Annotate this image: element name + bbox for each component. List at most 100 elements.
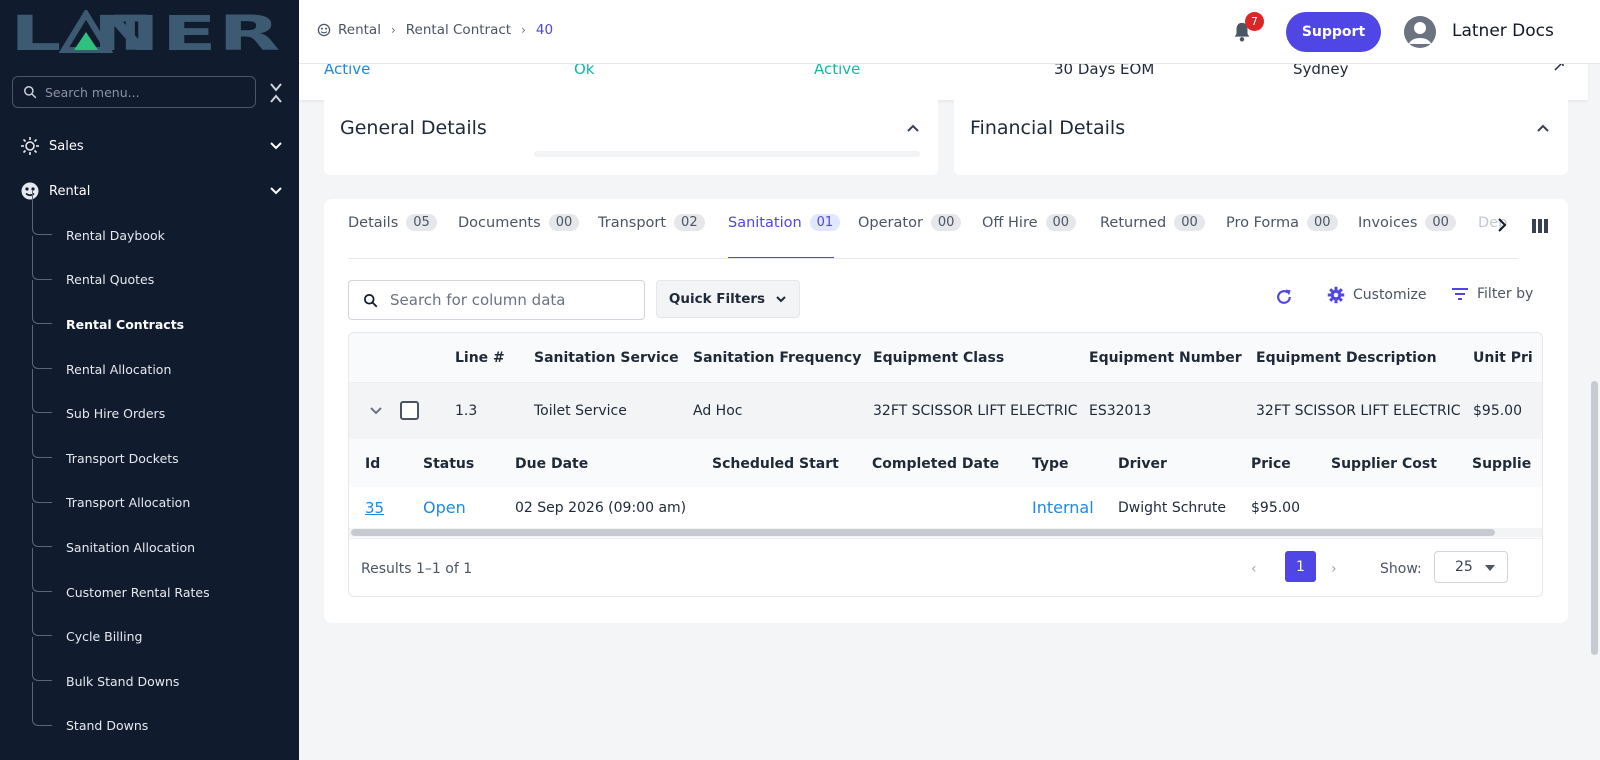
tab-count: 00 xyxy=(1307,214,1338,231)
page-size-select[interactable]: 25 xyxy=(1434,551,1508,583)
quick-filters-button[interactable]: Quick Filters xyxy=(656,280,800,318)
current-page-button[interactable]: 1 xyxy=(1285,551,1316,582)
avatar[interactable] xyxy=(1404,16,1436,48)
tab-operator[interactable]: Operator 00 xyxy=(858,214,962,258)
column-search[interactable] xyxy=(348,280,645,320)
notification-badge: 7 xyxy=(1245,12,1264,31)
customize-label: Customize xyxy=(1353,287,1427,303)
col-header[interactable]: Equipment Class xyxy=(873,350,1004,366)
tab-pro-forma[interactable]: Pro Forma 00 xyxy=(1226,214,1338,258)
col-header[interactable]: Sanitation Service xyxy=(534,350,679,366)
sub-col-header[interactable]: Driver xyxy=(1118,456,1167,472)
col-header[interactable]: Sanitation Frequency xyxy=(693,350,861,366)
financial-details-panel: Financial Details xyxy=(954,99,1568,175)
chevron-up-icon[interactable] xyxy=(906,121,920,135)
next-page-icon[interactable]: › xyxy=(1331,561,1337,577)
prev-page-icon[interactable]: ‹ xyxy=(1251,561,1257,577)
row-checkbox[interactable] xyxy=(400,401,419,420)
contract-lines-card: Details 05 Documents 00 Transport 02 Sanita… xyxy=(324,199,1568,623)
breadcrumb-rental[interactable]: Rental xyxy=(338,22,381,38)
chevron-right-icon: › xyxy=(521,23,526,37)
col-header[interactable]: Unit Pri xyxy=(1473,350,1533,366)
sub-col-header[interactable]: Supplier Cost xyxy=(1331,456,1437,472)
sidebar-item-label: Transport Allocation xyxy=(66,495,191,511)
sub-col-header[interactable]: Completed Date xyxy=(872,456,999,472)
general-details-panel: General Details xyxy=(324,99,938,175)
refresh-icon[interactable] xyxy=(1274,287,1294,307)
panel-title: Financial Details xyxy=(970,117,1126,139)
sidebar-item-stand-downs[interactable]: Stand Downs xyxy=(0,681,299,749)
sub-col-header[interactable]: Status xyxy=(423,456,474,472)
sidebar-item-label: Rental Allocation xyxy=(66,361,172,377)
sub-col-header[interactable]: Price xyxy=(1251,456,1291,472)
sanitation-service: Toilet Service xyxy=(534,403,627,419)
col-header[interactable]: Equipment Number xyxy=(1089,350,1242,366)
customize-button[interactable]: Customize xyxy=(1327,286,1427,304)
tree-connector xyxy=(32,280,52,325)
sub-col-header[interactable]: Scheduled Start xyxy=(712,456,839,472)
equipment-number: ES32013 xyxy=(1089,403,1152,419)
breadcrumb: Rental › Rental Contract › 40 xyxy=(317,22,553,38)
driver-name: Dwight Schrute xyxy=(1118,500,1227,516)
tab-label: Details xyxy=(348,215,399,231)
tab-invoices[interactable]: Invoices 00 xyxy=(1358,214,1456,258)
page-size-value: 25 xyxy=(1455,559,1473,575)
sidebar-group-sales[interactable]: Sales xyxy=(0,128,299,164)
user-name[interactable]: Latner Docs xyxy=(1452,21,1554,41)
sanitation-id-link[interactable]: 35 xyxy=(365,499,384,517)
tab-details[interactable]: Details 05 xyxy=(348,214,437,258)
quick-filters-label: Quick Filters xyxy=(668,291,766,307)
horizontal-scrollbar[interactable] xyxy=(349,528,1542,537)
scrollbar-thumb[interactable] xyxy=(351,529,1495,536)
tab-label: Off Hire xyxy=(982,215,1038,231)
tab-count: 00 xyxy=(930,214,962,231)
tab-transport[interactable]: Transport 02 xyxy=(598,214,705,258)
sidebar-search-input[interactable] xyxy=(45,84,235,100)
tab-count: 02 xyxy=(674,214,705,231)
sanitation-frequency: Ad Hoc xyxy=(693,403,743,419)
tree-connector xyxy=(32,636,52,681)
due-date: 02 Sep 2026 (09:00 am) xyxy=(515,500,687,516)
table-row[interactable]: 1.3 Toilet Service Ad Hoc 32FT SCISSOR L… xyxy=(349,383,1542,439)
top-header: Rental › Rental Contract › 40 7 Support … xyxy=(299,0,1600,64)
search-icon xyxy=(364,293,378,307)
chevron-down-icon[interactable] xyxy=(369,404,383,418)
tab-off-hire[interactable]: Off Hire 00 xyxy=(982,214,1077,258)
collapse-icon[interactable] xyxy=(268,82,284,104)
filter-by-button[interactable]: Filter by xyxy=(1451,286,1533,302)
tab-returned[interactable]: Returned 00 xyxy=(1100,214,1205,258)
tree-connector xyxy=(32,681,52,726)
sidebar-rental-submenu: Rental Daybook Rental Quotes Rental Cont… xyxy=(0,191,299,749)
column-picker-icon[interactable] xyxy=(1532,219,1548,233)
chevron-right-icon[interactable] xyxy=(1496,217,1508,233)
breadcrumb-rental-contract[interactable]: Rental Contract xyxy=(406,22,511,38)
support-button[interactable]: Support xyxy=(1286,12,1381,52)
sub-col-header[interactable]: Supplie xyxy=(1472,456,1531,472)
tab-label: Pro Forma xyxy=(1226,215,1300,231)
caret-down-icon xyxy=(1485,565,1495,571)
sub-col-header[interactable]: Due Date xyxy=(515,456,588,472)
tab-count: 05 xyxy=(406,214,437,231)
tab-documents[interactable]: Documents 00 xyxy=(458,214,580,258)
page-vertical-scrollbar[interactable] xyxy=(1591,381,1598,655)
col-header[interactable]: Equipment Description xyxy=(1256,350,1437,366)
chevron-right-icon: › xyxy=(390,23,396,37)
table-row[interactable]: 35 Open 02 Sep 2026 (09:00 am) Internal … xyxy=(349,487,1542,531)
tab-count: 00 xyxy=(1174,214,1205,231)
tree-connector xyxy=(32,592,52,637)
sidebar-search[interactable] xyxy=(12,76,256,108)
chevron-up-icon[interactable] xyxy=(1536,121,1550,135)
latner-logo[interactable]: L NER T xyxy=(10,10,282,54)
sub-col-header[interactable]: Id xyxy=(365,456,380,472)
sub-col-header[interactable]: Type xyxy=(1032,456,1069,472)
tab-sanitation[interactable]: Sanitation 01 xyxy=(728,214,841,258)
sidebar-item-label: Rental Contracts xyxy=(66,316,185,332)
tab-label: Invoices xyxy=(1358,215,1418,231)
col-header[interactable]: Line # xyxy=(455,350,505,366)
column-search-input[interactable] xyxy=(390,291,630,309)
price-value: $95.00 xyxy=(1251,500,1300,516)
chevron-down-icon xyxy=(270,142,282,150)
chevron-down-icon xyxy=(776,296,786,303)
grid-footer: Results 1–1 of 1 ‹ 1 › Show: 25 xyxy=(349,538,1542,596)
svg-text:T: T xyxy=(114,10,147,54)
